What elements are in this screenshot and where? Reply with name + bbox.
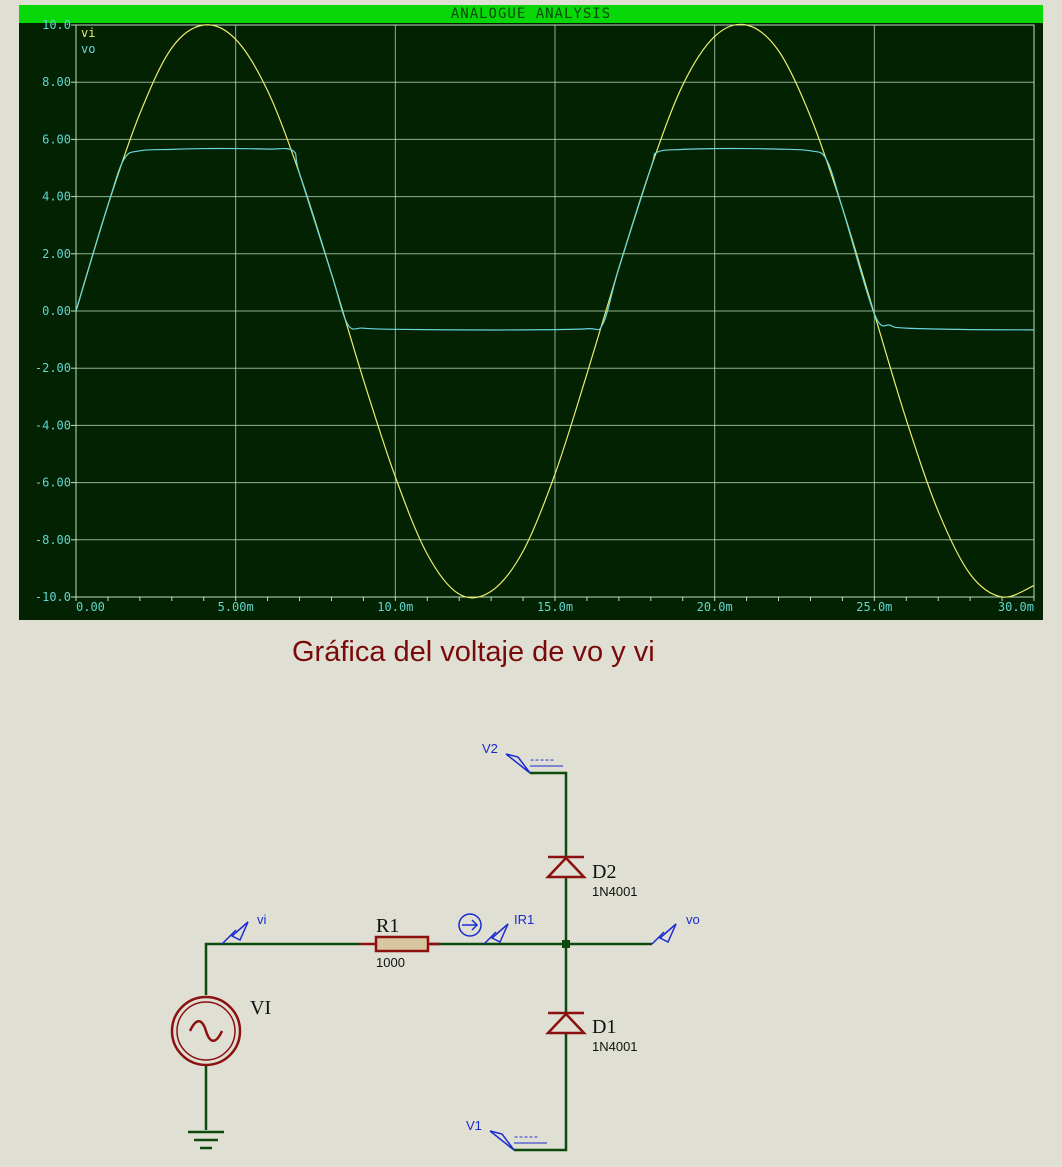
y-tick-label: -6.00 xyxy=(35,476,71,490)
y-tick-label: -4.00 xyxy=(35,418,71,432)
y-tick-label: 8.00 xyxy=(42,75,71,89)
y-tick-label: 0.00 xyxy=(42,304,71,318)
d1-ref-label: D1 xyxy=(592,1016,616,1038)
x-tick-label: 10.0m xyxy=(377,600,413,614)
y-tick-labels: 10.0 8.00 6.00 4.00 2.00 0.00 -2.00 -4.00 -6.00 -… xyxy=(35,18,76,604)
voltage-probe-vi-icon xyxy=(221,921,249,945)
x-tick-label: 15.0m xyxy=(537,600,573,614)
circuit-schematic: VI R1 1000 D2 1N4001 D1 1N4001 vi IR1 vo xyxy=(170,741,700,1152)
x-tick-label: 5.00m xyxy=(218,600,254,614)
v2-label: V2 xyxy=(482,741,498,756)
grid-lines xyxy=(75,24,1035,598)
wire-vi-top xyxy=(204,942,360,995)
x-tick-label: 20.0m xyxy=(697,600,733,614)
probe-vo-label: vo xyxy=(686,912,700,927)
resistor-icon xyxy=(360,935,440,953)
d1-value-label: 1N4001 xyxy=(592,1039,638,1054)
d2-ref-label: D2 xyxy=(592,861,616,883)
plot-area: 10.0 8.00 6.00 4.00 2.00 0.00 -2.00 -4.00 -6.00 -… xyxy=(35,18,1035,614)
generator-v2-icon xyxy=(505,753,531,774)
diode-d2-icon xyxy=(545,855,587,879)
source-ref-label: VI xyxy=(250,997,271,1019)
wires xyxy=(204,771,652,1152)
legend-entry-vi: vi xyxy=(81,26,95,40)
diode-d1-icon xyxy=(545,1011,587,1035)
graph-caption: Gráfica del voltaje de vo y vi xyxy=(292,636,655,668)
x-tick-label: 30.0m xyxy=(998,600,1034,614)
y-tick-label: 2.00 xyxy=(42,247,71,261)
junction-dot xyxy=(562,940,570,948)
current-probe-ir1-icon xyxy=(458,913,509,945)
x-tick-label: 0.00 xyxy=(76,600,105,614)
legend: vi vo xyxy=(81,26,95,56)
r1-ref-label: R1 xyxy=(376,915,399,937)
v2-value: ----- xyxy=(530,752,555,766)
y-tick-label: -8.00 xyxy=(35,533,71,547)
y-tick-label: 4.00 xyxy=(42,190,71,204)
y-tick-label: -10.0 xyxy=(35,590,71,604)
analogue-analysis-graph[interactable]: ANALOGUE ANALYSIS 10.0 8.00 6.00 4.00 2.00 0.… xyxy=(19,5,1043,620)
voltage-probe-vo-icon xyxy=(651,923,677,945)
y-tick-label: 10.0 xyxy=(42,18,71,32)
generator-v1-icon xyxy=(489,1130,515,1151)
probe-vi-label: vi xyxy=(257,912,267,927)
v1-label: V1 xyxy=(466,1118,482,1133)
x-tick-labels: 0.00 5.00m 10.0m 15.0m 20.0m 25.0m 30.0m xyxy=(75,597,1035,614)
x-tick-label: 25.0m xyxy=(856,600,892,614)
ac-source-icon xyxy=(170,995,242,1067)
y-tick-label: -2.00 xyxy=(35,361,71,375)
v1-value: ----- xyxy=(514,1129,539,1143)
ground-icon xyxy=(188,1130,224,1150)
wire-d2-v2 xyxy=(530,771,568,856)
y-tick-label: 6.00 xyxy=(42,132,71,146)
legend-entry-vo: vo xyxy=(81,42,95,56)
r1-value-label: 1000 xyxy=(376,955,405,970)
d2-value-label: 1N4001 xyxy=(592,884,638,899)
probe-ir1-label: IR1 xyxy=(514,912,534,927)
